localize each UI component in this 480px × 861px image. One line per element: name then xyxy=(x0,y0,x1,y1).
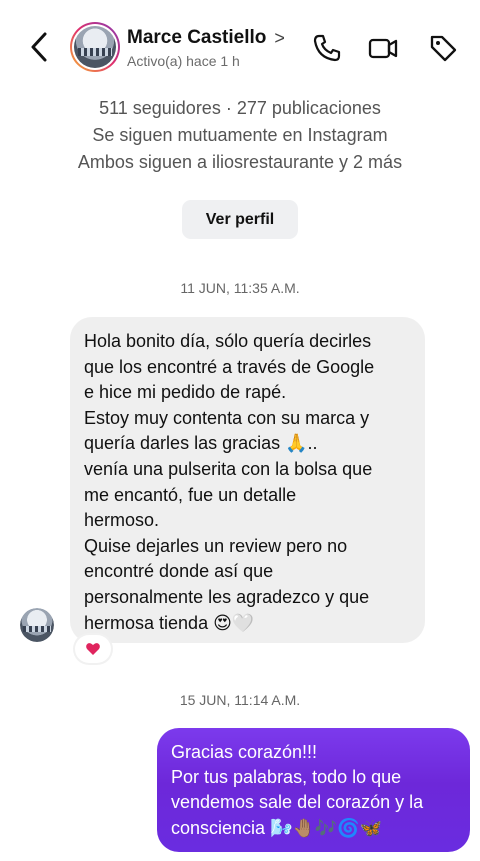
common-follows-text: Ambos siguen a iliosrestaurante y 2 más xyxy=(77,152,403,172)
video-call-icon[interactable] xyxy=(368,33,398,63)
message-line: quería darles las gracias 🙏.. xyxy=(84,433,318,454)
contact-name: Marce Castiello xyxy=(127,27,267,48)
avatar-image xyxy=(74,26,116,68)
message-line: que los encontré a través de Google xyxy=(84,356,375,377)
message-line: encontré donde así que xyxy=(84,561,274,582)
message-reaction[interactable] xyxy=(75,635,111,663)
heart-icon xyxy=(86,643,100,655)
message-line: Por tus palabras, todo lo que xyxy=(171,767,402,788)
message-line: Hola bonito día, sólo quería decirles xyxy=(84,331,372,351)
mutual-follow-text: Se siguen mutuamente en Instagram xyxy=(92,125,388,145)
message-line: Estoy muy contenta con su marca y xyxy=(84,407,370,428)
phone-icon[interactable] xyxy=(312,33,342,63)
message-line: venía una pulserita con la bolsa que xyxy=(84,458,373,479)
message-line: me encantó, fue un detalle xyxy=(84,484,297,505)
view-profile-button[interactable]: Ver perfil xyxy=(182,200,298,239)
contact-avatar[interactable] xyxy=(70,22,120,72)
tag-icon[interactable] xyxy=(428,33,458,63)
message-line: consciencia 🌬️🤚🏽🎶🌀🦋 xyxy=(171,817,383,838)
follower-stats: 511 seguidores · 277 publicaciones xyxy=(99,98,381,118)
active-status: Activo(a) hace 1 h xyxy=(127,53,240,69)
message-line: vendemos sale del corazón y la xyxy=(171,792,424,813)
back-arrow-icon[interactable] xyxy=(26,30,54,64)
outgoing-message-bubble[interactable]: Gracias corazón!!! Por tus palabras, tod… xyxy=(157,728,470,852)
chat-header: Marce Castiello > Activo(a) hace 1 h xyxy=(0,0,480,88)
message-line: personalmente les agradezco y que xyxy=(84,586,370,607)
message-timestamp: 15 JUN, 11:14 A.M. xyxy=(179,692,301,708)
sender-avatar[interactable] xyxy=(20,608,54,642)
message-line: hermoso. xyxy=(84,510,160,531)
message-line: Quise dejarles un review pero no xyxy=(84,535,348,556)
incoming-message-bubble[interactable]: Hola bonito día, sólo quería decirles qu… xyxy=(70,317,425,643)
message-line: e hice mi pedido de rapé. xyxy=(84,382,287,403)
message-line: Gracias corazón!!! xyxy=(171,742,318,762)
message-timestamp: 11 JUN, 11:35 A.M. xyxy=(180,280,300,296)
avatar-image xyxy=(20,608,54,642)
chevron-right-icon: > xyxy=(274,27,285,48)
contact-name-row[interactable]: Marce Castiello > xyxy=(127,27,285,49)
message-line: hermosa tienda 😍🤍 xyxy=(84,612,255,633)
